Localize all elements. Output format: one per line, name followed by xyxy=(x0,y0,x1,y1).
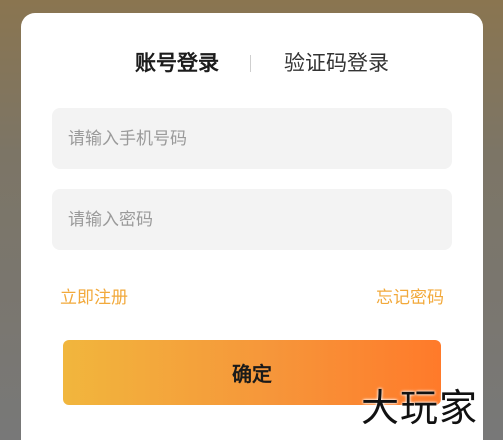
forgot-password-link[interactable]: 忘记密码 xyxy=(376,286,444,310)
login-card: 账号登录 验证码登录 立即注册 忘记密码 确定 xyxy=(21,13,483,440)
tab-account-login[interactable]: 账号登录 xyxy=(135,45,219,81)
register-link[interactable]: 立即注册 xyxy=(60,286,128,310)
tab-divider xyxy=(250,55,251,72)
login-tabs: 账号登录 验证码登录 xyxy=(21,45,483,81)
confirm-button[interactable]: 确定 xyxy=(63,340,441,405)
phone-input[interactable] xyxy=(52,108,452,169)
password-input[interactable] xyxy=(52,189,452,250)
tab-code-login[interactable]: 验证码登录 xyxy=(284,45,389,81)
